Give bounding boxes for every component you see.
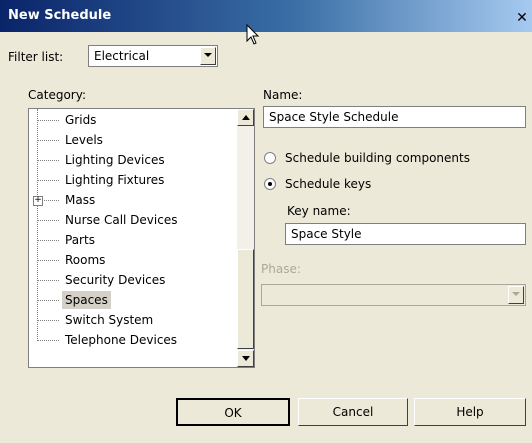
mouse-pointer-icon [246,24,260,45]
name-input[interactable]: Space Style Schedule [263,106,526,128]
window-title: New Schedule [8,8,112,23]
tree-connector [37,160,59,161]
help-button[interactable]: Help [414,398,526,426]
ok-button[interactable]: OK [176,398,290,426]
category-tree[interactable]: Grids Levels Lighting Devices Lighting Fixt… [28,108,255,368]
tree-item-label: Telephone Devices [65,333,178,347]
tree-item-label: Mass [65,193,96,207]
filter-list-value: Electrical [94,49,150,63]
close-icon[interactable]: ✕ [512,10,532,28]
tree-item-label: Lighting Devices [65,153,165,167]
tree-connector [37,320,59,321]
tree-item-label: Nurse Call Devices [65,213,178,227]
tree-connector [37,240,59,241]
schedule-keys-label[interactable]: Schedule keys [285,177,371,191]
filter-list-label: Filter list: [8,50,64,64]
tree-item-label: Grids [65,113,97,127]
chevron-down-icon [508,286,524,304]
title-bar[interactable]: New Schedule ✕ [0,0,532,32]
name-label: Name: [263,88,303,102]
tree-item-label: Lighting Fixtures [65,173,165,187]
tree-connector [37,180,59,181]
tree-item-label: Parts [65,233,95,247]
tree-item-label: Spaces [62,291,111,309]
tree-item-label: Rooms [65,253,106,267]
schedule-building-components-label[interactable]: Schedule building components [285,151,470,165]
phase-label: Phase: [261,262,301,276]
tree-connector [37,340,59,341]
arrow-down-icon [242,356,250,361]
plus-expander-icon[interactable]: + [33,196,43,206]
scroll-thumb[interactable] [237,249,254,349]
cancel-button[interactable]: Cancel [298,398,408,426]
arrow-up-icon [242,115,250,120]
vertical-scrollbar[interactable] [237,109,254,367]
scroll-up-button[interactable] [237,109,254,126]
tree-connector [37,220,59,221]
key-name-label: Key name: [287,204,351,218]
category-label: Category: [28,88,86,102]
chevron-down-icon[interactable] [200,47,216,65]
tree-item-label: Security Devices [65,273,166,287]
tree-item-label: Levels [65,133,103,147]
schedule-keys-radio[interactable] [264,178,276,190]
tree-connector [37,260,59,261]
tree-item-label: Switch System [65,313,154,327]
filter-list-dropdown[interactable]: Electrical [88,45,218,67]
key-name-input[interactable]: Space Style [285,223,526,245]
tree-connector [37,120,59,121]
schedule-building-components-radio[interactable] [264,152,276,164]
tree-connector [37,280,59,281]
new-schedule-dialog: New Schedule ✕ Filter list: Electrical C… [0,0,532,443]
scroll-down-button[interactable] [237,350,254,367]
phase-dropdown [261,284,526,306]
tree-connector-line [37,109,38,341]
tree-connector [37,140,59,141]
tree-connector [37,300,59,301]
